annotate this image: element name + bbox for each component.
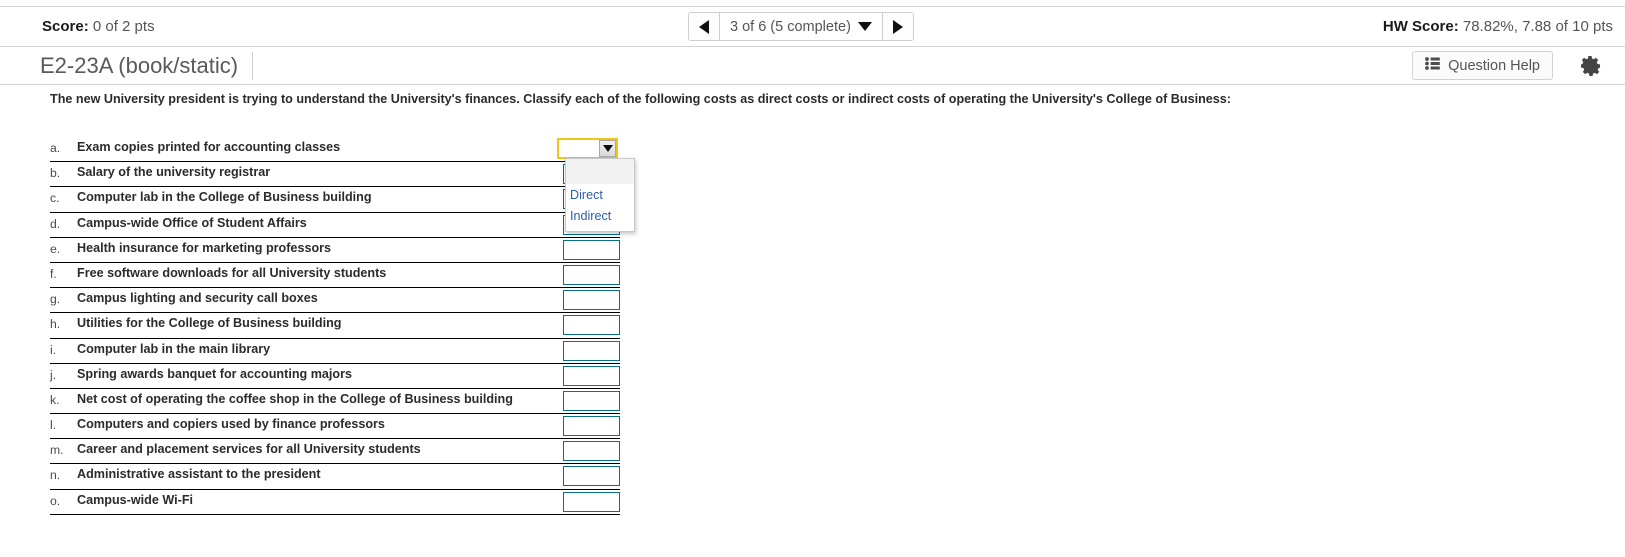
- table-row: f. Free software downloads for all Univer…: [50, 263, 620, 289]
- table-row: j. Spring awards banquet for accounting m…: [50, 364, 620, 389]
- previous-question-button[interactable]: [689, 13, 720, 40]
- classification-input-f[interactable]: [563, 264, 620, 285]
- caret-down-icon: [602, 145, 613, 152]
- hw-score-value: 78.82%, 7.88 of 10 pts: [1462, 18, 1613, 35]
- row-label: Administrative assistant to the presiden…: [77, 467, 321, 482]
- settings-button[interactable]: [1579, 54, 1603, 78]
- dropdown-option-blank[interactable]: [566, 159, 634, 185]
- classification-input-e[interactable]: [563, 239, 620, 260]
- classification-input-j[interactable]: [563, 365, 620, 386]
- row-letter: i.: [50, 342, 57, 357]
- table-row: g. Campus lighting and security call boxe…: [50, 288, 620, 314]
- row-label: Computers and copiers used by finance pr…: [77, 417, 385, 432]
- row-letter: o.: [50, 493, 61, 508]
- question-selector-dropdown[interactable]: 3 of 6 (5 complete): [720, 13, 882, 40]
- row-label: Computer lab in the College of Business …: [77, 190, 372, 205]
- caret-down-icon: [857, 22, 872, 31]
- question-prompt: The new University president is trying t…: [50, 92, 1231, 106]
- row-letter: g.: [50, 292, 61, 307]
- row-label: Utilities for the College of Business bu…: [77, 316, 342, 331]
- row-label: Spring awards banquet for accounting maj…: [77, 366, 353, 381]
- row-letter: d.: [50, 216, 61, 231]
- bulleted-list-icon: [1425, 57, 1440, 74]
- row-label: Net cost of operating the coffee shop in…: [77, 391, 513, 406]
- row-label: Free software downloads for all Universi…: [77, 265, 387, 280]
- score-value: 0 of 2 pts: [92, 18, 155, 35]
- question-position-label: 3 of 6 (5 complete): [730, 18, 851, 35]
- classification-input-h[interactable]: [563, 315, 620, 336]
- classification-input-g[interactable]: [563, 290, 620, 311]
- row-letter: m.: [50, 443, 64, 458]
- triangle-right-icon: [892, 19, 903, 34]
- classification-input-n[interactable]: [563, 466, 620, 487]
- score-summary: Score: 0 of 2 pts: [42, 18, 155, 35]
- classification-dropdown-options[interactable]: Direct Indirect: [565, 158, 635, 232]
- score-bar: Score: 0 of 2 pts 3 of 6 (5 complete) HW…: [0, 6, 1625, 47]
- table-row: c. Computer lab in the College of Busines…: [50, 187, 620, 213]
- gear-icon: [1581, 56, 1601, 76]
- classification-table: a. Exam copies printed for accounting cla…: [50, 137, 620, 515]
- table-row: k. Net cost of operating the coffee shop …: [50, 389, 620, 415]
- table-row: a. Exam copies printed for accounting cla…: [50, 137, 620, 163]
- hw-score-label: HW Score:: [1382, 18, 1459, 35]
- classification-input-m[interactable]: [563, 441, 620, 462]
- table-row: l. Computers and copiers used by finance …: [50, 414, 620, 440]
- triangle-left-icon: [699, 19, 709, 34]
- row-label: Campus-wide Office of Student Affairs: [77, 215, 307, 230]
- row-label: Campus-wide Wi-Fi: [77, 492, 194, 507]
- row-label: Health insurance for marketing professor…: [77, 240, 332, 255]
- select-arrow-icon[interactable]: [599, 140, 616, 157]
- classification-select-a[interactable]: [557, 138, 618, 159]
- row-letter: e.: [50, 241, 61, 256]
- table-row: n. Administrative assistant to the presid…: [50, 464, 620, 490]
- page-title: E2-23A (book/static): [40, 52, 254, 80]
- row-letter: h.: [50, 317, 61, 332]
- hw-score-summary: HW Score: 78.82%, 7.88 of 10 pts: [1383, 18, 1613, 35]
- row-label: Salary of the university registrar: [77, 165, 271, 180]
- classification-input-o[interactable]: [563, 491, 620, 512]
- row-letter: l.: [50, 418, 57, 433]
- row-letter: k.: [50, 392, 60, 407]
- table-row: o. Campus-wide Wi-Fi: [50, 490, 620, 515]
- table-row: m. Career and placement services for all …: [50, 439, 620, 465]
- question-page: Score: 0 of 2 pts 3 of 6 (5 complete) HW…: [0, 0, 1625, 557]
- dropdown-option-direct[interactable]: Direct: [566, 185, 634, 206]
- question-help-label: Question Help: [1448, 57, 1540, 74]
- question-title-bar: E2-23A (book/static) Question Help: [0, 47, 1625, 85]
- table-row: d. Campus-wide Office of Student Affairs: [50, 213, 620, 238]
- row-letter: b.: [50, 166, 61, 181]
- row-letter: a.: [50, 141, 61, 155]
- table-row: e. Health insurance for marketing profess…: [50, 238, 620, 263]
- classification-input-i[interactable]: [563, 340, 620, 361]
- row-letter: n.: [50, 468, 61, 483]
- row-letter: f.: [50, 266, 57, 281]
- row-label: Computer lab in the main library: [77, 341, 271, 356]
- row-label: Exam copies printed for accounting class…: [77, 140, 341, 154]
- classification-input-k[interactable]: [563, 390, 620, 411]
- question-pager: 3 of 6 (5 complete): [688, 12, 914, 41]
- question-help-button[interactable]: Question Help: [1412, 51, 1553, 80]
- table-row: b. Salary of the university registrar: [50, 162, 620, 188]
- dropdown-option-indirect[interactable]: Indirect: [566, 206, 634, 227]
- row-label: Career and placement services for all Un…: [77, 442, 421, 457]
- row-letter: j.: [50, 367, 57, 382]
- row-label: Campus lighting and security call boxes: [77, 291, 318, 306]
- next-question-button[interactable]: [881, 13, 913, 40]
- table-row: i. Computer lab in the main library: [50, 339, 620, 364]
- score-label: Score:: [42, 18, 89, 35]
- row-letter: c.: [50, 191, 60, 206]
- classification-input-l[interactable]: [563, 416, 620, 437]
- table-row: h. Utilities for the College of Business …: [50, 313, 620, 339]
